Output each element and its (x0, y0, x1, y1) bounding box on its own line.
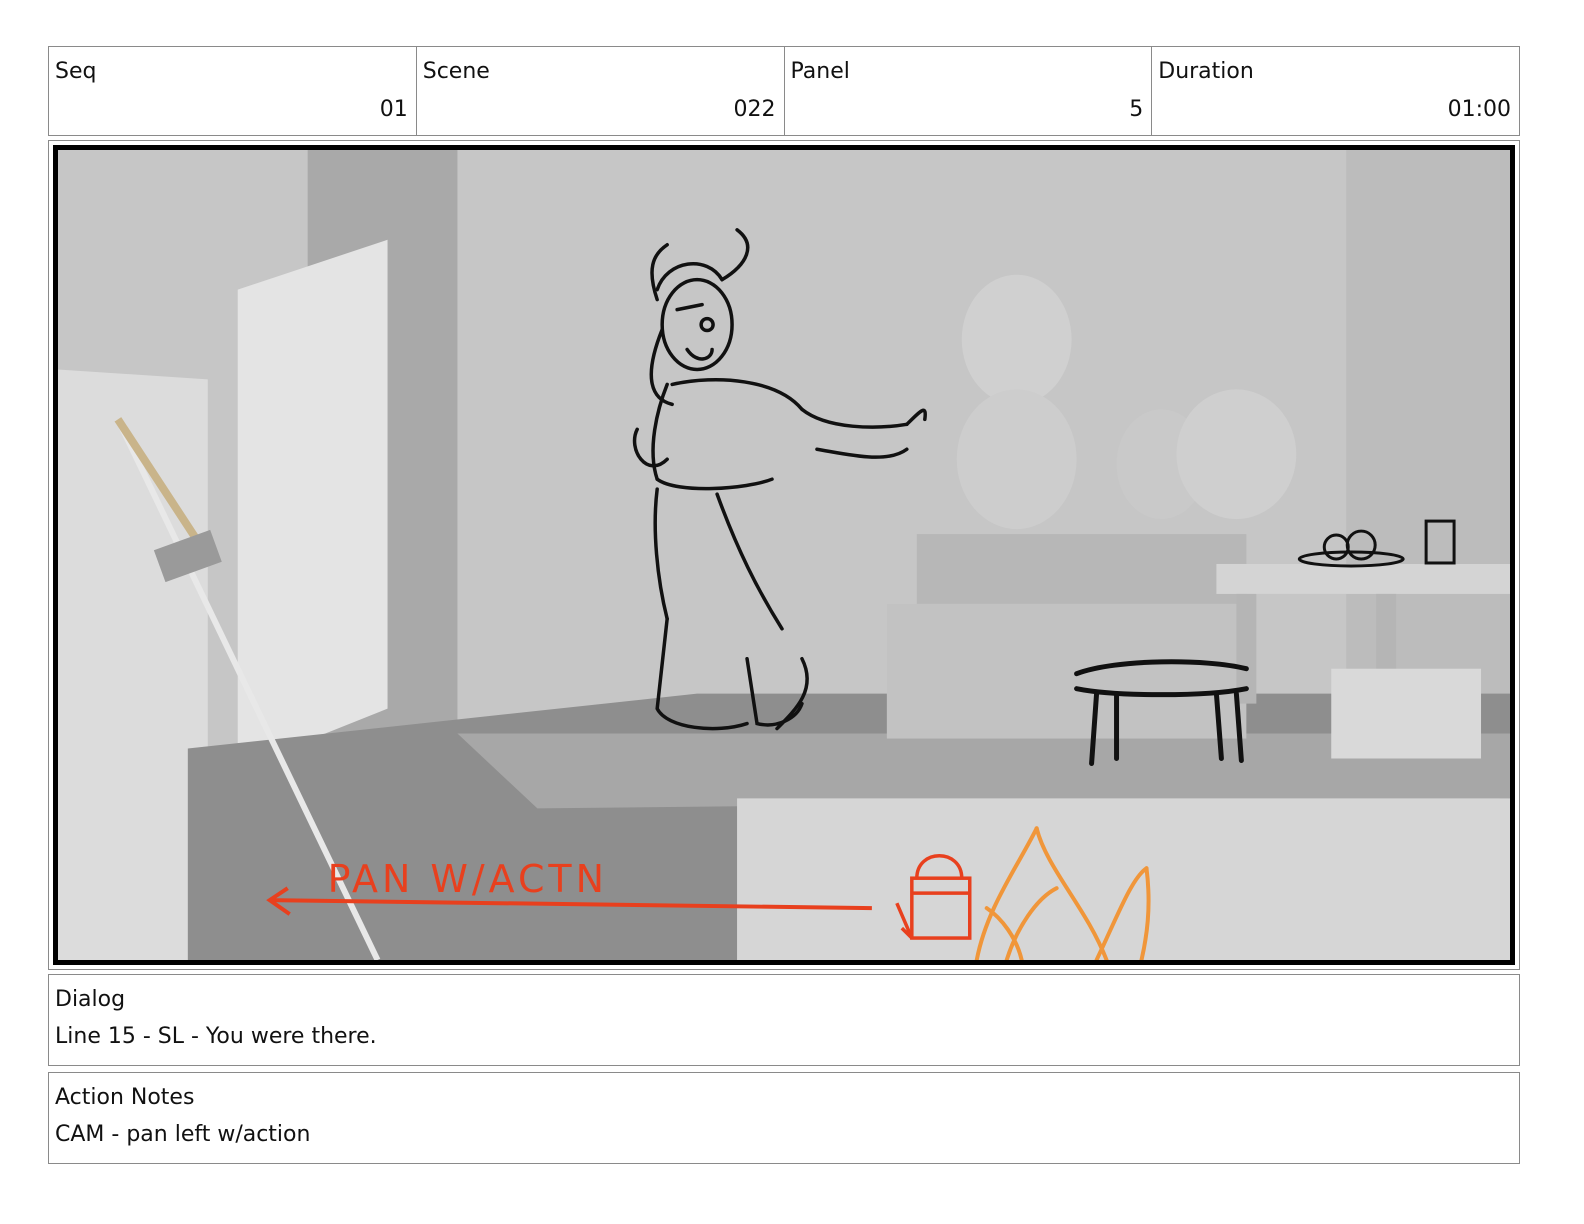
crate-bottom (886, 603, 1247, 739)
barrel-middle (956, 389, 1077, 530)
box-under-table (1331, 668, 1482, 759)
panel-cell: Panel 5 (785, 47, 1153, 135)
scene-cell: Scene 022 (417, 47, 785, 135)
panel-value: 5 (1129, 97, 1144, 122)
dialog-text: Line 15 - SL - You were there. (55, 1024, 377, 1049)
barrel-top (961, 274, 1072, 405)
duration-cell: Duration 01:00 (1152, 47, 1519, 135)
action-notes-text: CAM - pan left w/action (55, 1122, 311, 1147)
dialog-box: Dialog Line 15 - SL - You were there. (48, 974, 1520, 1066)
left-crates (58, 369, 208, 960)
pan-annotation-text: PAN W/ACTN (328, 857, 608, 901)
foreground-ledge (737, 798, 1510, 960)
panel-info-header: Seq 01 Scene 022 Panel 5 Duration 01:00 (48, 46, 1520, 136)
duration-label: Duration (1158, 59, 1254, 84)
seq-cell: Seq 01 (49, 47, 417, 135)
duration-value: 01:00 (1447, 97, 1511, 122)
storyboard-sketch: PAN W/ACTN (58, 150, 1510, 960)
barrel-right (1176, 389, 1297, 520)
panel-label: Panel (790, 59, 850, 84)
seq-label: Seq (55, 59, 97, 84)
light-wall (237, 239, 388, 769)
storyboard-panel-image: PAN W/ACTN (53, 145, 1515, 965)
scene-label: Scene (422, 59, 490, 84)
action-notes-label: Action Notes (55, 1085, 195, 1110)
table-top (1216, 563, 1510, 594)
dialog-label: Dialog (55, 987, 126, 1012)
crate-top (916, 534, 1247, 604)
storyboard-panel-frame: PAN W/ACTN (48, 140, 1520, 970)
seq-value: 01 (379, 97, 408, 122)
action-notes-box: Action Notes CAM - pan left w/action (48, 1072, 1520, 1164)
scene-value: 022 (733, 97, 776, 122)
